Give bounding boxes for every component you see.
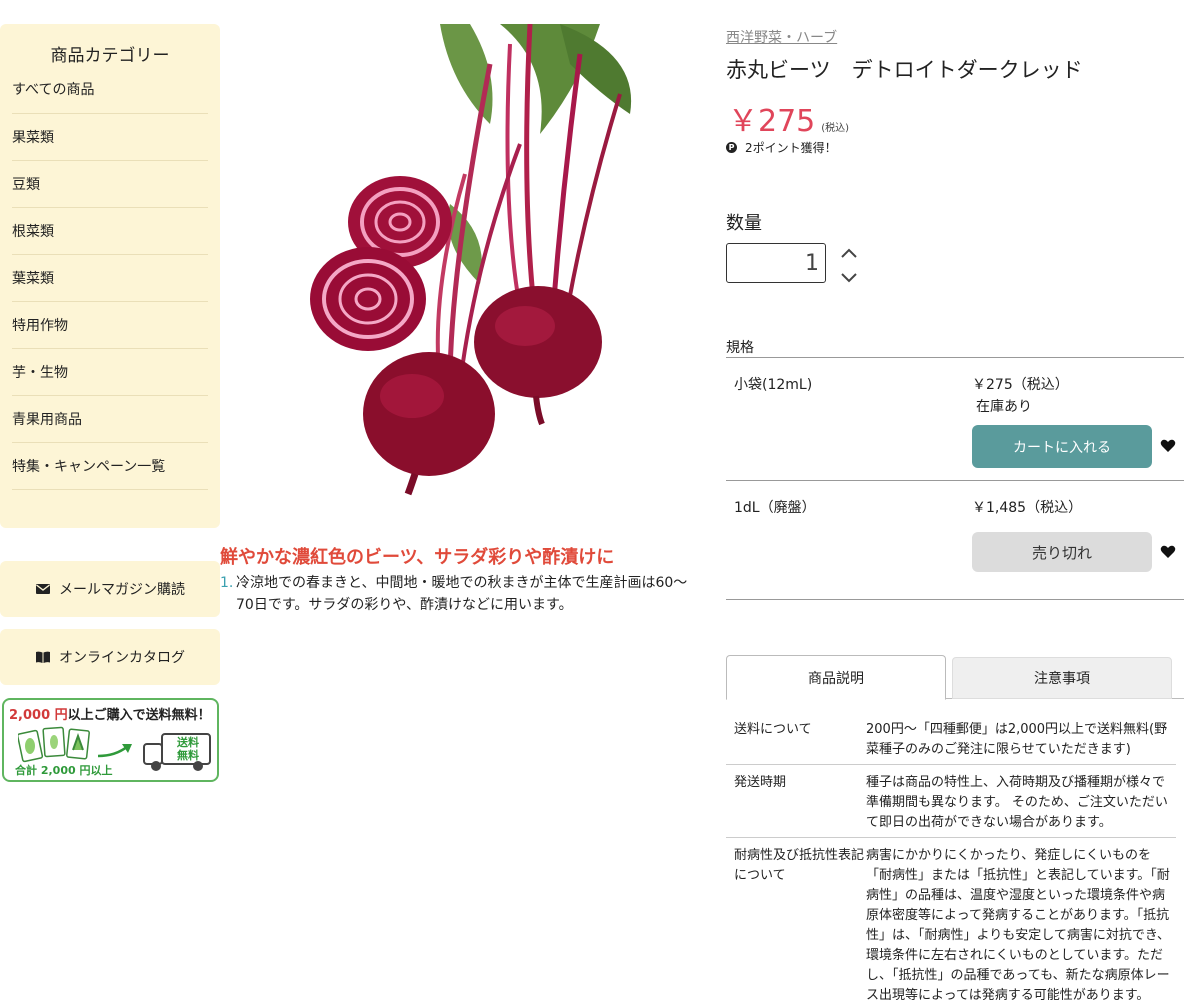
product-price: ￥275 (税込) <box>728 96 849 140</box>
info-value: 200円～「四種郵便」は2,000円以上で送料無料(野菜種子のみのご発注に限らせ… <box>866 722 1168 757</box>
category-title: 商品カテゴリー <box>50 46 170 66</box>
category-item-leaf-vegetables[interactable]: 葉菜類 <box>12 255 208 302</box>
info-value: 病害にかかりにくかったり、発症しにくいものを「耐病性」または「抵抗性」と表記して… <box>866 848 1170 1000</box>
category-item-all[interactable]: すべての商品 <box>12 64 208 114</box>
free-shipping-banner[interactable]: 2,000 円以上ご購入で送料無料！ 送料無料 合計 2,000 円以上 <box>2 698 219 782</box>
spec-row: 1dL（廃盤） ￥1,485（税込） 売り切れ <box>726 481 1184 600</box>
category-item-fresh-produce[interactable]: 青果用商品 <box>12 396 208 443</box>
seed-packets-icon <box>18 726 90 763</box>
info-tabs: 注意事項 商品説明 <box>726 655 1184 700</box>
category-item-campaigns[interactable]: 特集・キャンペーン一覧 <box>12 443 208 490</box>
shipping-banner-headline: 2,000 円以上ご購入で送料無料！ <box>4 700 217 723</box>
open-book-icon <box>36 651 50 663</box>
description-number: 1. <box>220 575 234 591</box>
quantity-input[interactable] <box>726 243 826 283</box>
info-key: 耐病性及び抵抗性表記について <box>734 848 865 883</box>
shipping-banner-sub: 合計 2,000 円以上 <box>15 764 113 777</box>
info-row: 送料について 200円～「四種郵便」は2,000円以上で送料無料(野菜種子のみの… <box>726 712 1176 765</box>
shipping-text: 以上ご購入で送料無料！ <box>67 708 211 723</box>
category-item-beans[interactable]: 豆類 <box>12 161 208 208</box>
category-item-tubers[interactable]: 芋・生物 <box>12 349 208 396</box>
heart-icon[interactable] <box>1160 544 1176 560</box>
category-list: すべての商品 果菜類 豆類 根菜類 葉菜類 特用作物 芋・生物 青果用商品 特集… <box>0 64 220 490</box>
category-menu: 商品カテゴリー すべての商品 果菜類 豆類 根菜類 葉菜類 特用作物 芋・生物 … <box>0 24 220 528</box>
chevron-down-icon[interactable] <box>838 269 860 287</box>
price-value: ￥275 <box>728 104 816 139</box>
sold-out-button[interactable]: 売り切れ <box>972 532 1152 572</box>
info-row: 発送時期 種子は商品の特性上、入荷時期及び播種期が様々で準備期間も異なります。 … <box>726 765 1176 838</box>
chevron-up-icon[interactable] <box>838 244 860 262</box>
category-item-root-vegetables[interactable]: 根菜類 <box>12 208 208 255</box>
tax-note: (税込) <box>821 123 850 134</box>
quantity-label: 数量 <box>726 213 762 234</box>
info-key: 送料について <box>734 722 812 737</box>
catalog-button[interactable]: オンラインカタログ <box>0 629 220 685</box>
points-text: 2ポイント獲得！ <box>745 141 837 155</box>
add-to-cart-button[interactable]: カートに入れる <box>972 425 1152 468</box>
spec-table: 小袋(12mL) ￥275（税込） 在庫あり カートに入れる 1dL（廃盤） ￥… <box>726 357 1184 600</box>
shipping-amount: 2,000 円 <box>9 708 68 723</box>
category-item-special-crops[interactable]: 特用作物 <box>12 302 208 349</box>
spec-name: 1dL（廃盤） <box>734 500 816 516</box>
spec-row: 小袋(12mL) ￥275（税込） 在庫あり カートに入れる <box>726 358 1184 481</box>
spec-label: 規格 <box>726 340 754 356</box>
spec-price: ￥1,485（税込） <box>972 500 1083 516</box>
info-table: 送料について 200円～「四種郵便」は2,000円以上で送料無料(野菜種子のみの… <box>726 712 1176 1000</box>
info-value: 種子は商品の特性上、入荷時期及び播種期が様々で準備期間も異なります。 そのため、… <box>866 775 1168 830</box>
envelope-icon <box>36 584 50 594</box>
stock-status: 在庫あり <box>976 399 1032 415</box>
spec-price: ￥275（税込） <box>972 377 1069 393</box>
product-catchphrase: 鮮やかな濃紅色のビーツ、サラダ彩りや酢漬けに <box>220 547 615 568</box>
product-image-beets <box>310 24 640 496</box>
breadcrumb-category-link[interactable]: 西洋野菜・ハーブ <box>726 27 837 47</box>
points-icon: P <box>726 142 737 153</box>
tab-notes[interactable]: 注意事項 <box>952 657 1172 699</box>
tab-product-description[interactable]: 商品説明 <box>726 655 946 700</box>
spec-name: 小袋(12mL) <box>734 377 813 393</box>
info-row: 耐病性及び抵抗性表記について 病害にかかりにくかったり、発症しにくいものを「耐病… <box>726 838 1176 1000</box>
heart-icon[interactable] <box>1160 438 1176 454</box>
newsletter-button[interactable]: メールマガジン購読 <box>0 561 220 617</box>
points-info: P 2ポイント獲得！ <box>726 139 837 156</box>
product-description: 1. 冷涼地での春まきと、中間地・暖地での秋まきが主体で生産計画は60～70日で… <box>220 572 700 616</box>
catalog-label: オンラインカタログ <box>59 650 185 666</box>
product-title: 赤丸ビーツ デトロイトダークレッド <box>726 58 1083 82</box>
truck-text: 送料無料 <box>177 736 199 762</box>
newsletter-label: メールマガジン購読 <box>59 582 185 598</box>
category-item-fruit-vegetables[interactable]: 果菜類 <box>12 114 208 161</box>
arrow-icon <box>97 744 132 758</box>
description-text: 冷涼地での春まきと、中間地・暖地での秋まきが主体で生産計画は60～70日です。サ… <box>236 575 688 613</box>
info-key: 発送時期 <box>734 775 787 790</box>
